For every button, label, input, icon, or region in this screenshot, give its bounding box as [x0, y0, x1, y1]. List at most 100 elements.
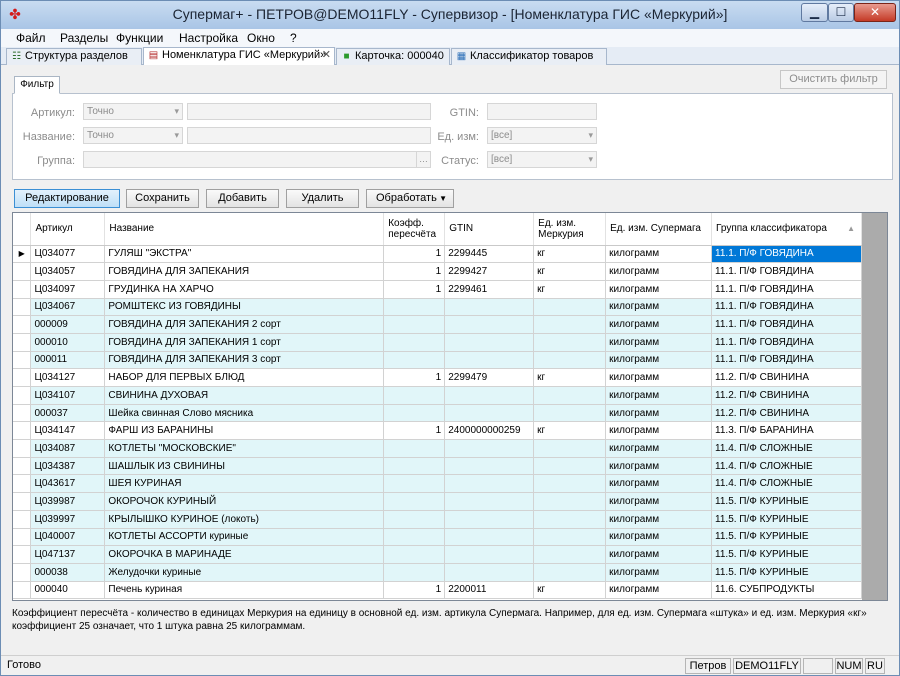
cell-unit-sm[interactable]: килограмм	[605, 351, 713, 370]
cell-unit-merc[interactable]: кг	[533, 368, 607, 387]
cell-group[interactable]: 11.4. П/Ф СЛОЖНЫЕ	[711, 457, 862, 476]
gtin-input[interactable]	[487, 103, 597, 120]
cell-group[interactable]: 11.1. П/Ф ГОВЯДИНА	[711, 333, 862, 352]
cell-gtin[interactable]	[444, 545, 535, 564]
cell-article[interactable]: Ц034107	[30, 386, 106, 405]
cell-name[interactable]: ГУЛЯШ "ЭКСТРА"	[104, 245, 385, 264]
col-unit-mercury[interactable]: Ед. изм. Меркурия	[533, 213, 607, 246]
cell-coef[interactable]	[383, 298, 446, 317]
row-marker[interactable]	[13, 280, 32, 299]
cell-coef[interactable]	[383, 315, 446, 334]
table-row[interactable]: Ц034107 СВИНИНА ДУХОВАЯ килограмм 11.2. П/Ф…	[13, 386, 862, 405]
table-row[interactable]: Ц047137 ОКОРОЧКА В МАРИНАДЕ килограмм 11.5.…	[13, 545, 862, 564]
row-marker[interactable]	[13, 528, 32, 547]
cell-gtin[interactable]	[444, 351, 535, 370]
cell-gtin[interactable]	[444, 404, 535, 423]
cell-unit-sm[interactable]: килограмм	[605, 439, 713, 458]
cell-coef[interactable]	[383, 563, 446, 582]
table-row[interactable]: Ц034097 ГРУДИНКА НА ХАРЧО 1 2299461 кг килогр…	[13, 280, 862, 299]
cell-unit-sm[interactable]: килограмм	[605, 545, 713, 564]
cell-coef[interactable]	[383, 351, 446, 370]
cell-unit-sm[interactable]: килограмм	[605, 404, 713, 423]
table-row[interactable]: 000010 ГОВЯДИНА ДЛЯ ЗАПЕКАНИЯ 1 сорт килог…	[13, 333, 862, 352]
cell-coef[interactable]	[383, 457, 446, 476]
cell-article[interactable]: 000038	[30, 563, 106, 582]
table-row[interactable]: Ц034087 КОТЛЕТЫ "МОСКОВСКИЕ" килограмм 11.4…	[13, 439, 862, 458]
cell-unit-sm[interactable]: килограмм	[605, 298, 713, 317]
cell-unit-merc[interactable]	[533, 333, 607, 352]
cell-gtin[interactable]	[444, 333, 535, 352]
cell-unit-sm[interactable]: килограмм	[605, 492, 713, 511]
cell-article[interactable]: Ц034057	[30, 262, 106, 281]
cell-gtin[interactable]: 2299479	[444, 368, 535, 387]
row-marker[interactable]	[13, 545, 32, 564]
cell-coef[interactable]	[383, 545, 446, 564]
cell-article[interactable]: Ц034127	[30, 368, 106, 387]
cell-unit-sm[interactable]: килограмм	[605, 581, 713, 600]
cell-group[interactable]: 11.5. П/Ф КУРИНЫЕ	[711, 510, 862, 529]
name-input[interactable]	[187, 127, 431, 144]
cell-gtin[interactable]	[444, 528, 535, 547]
unit-select[interactable]: [все] ▾	[487, 127, 597, 144]
row-marker[interactable]	[13, 492, 32, 511]
cell-unit-merc[interactable]: кг	[533, 245, 607, 264]
cell-gtin[interactable]	[444, 510, 535, 529]
table-row[interactable]: Ц034387 ШАШЛЫК ИЗ СВИНИНЫ килограмм 11.4. П…	[13, 457, 862, 476]
cell-unit-merc[interactable]	[533, 510, 607, 529]
article-mode-select[interactable]: Точно ▾	[83, 103, 183, 120]
cell-unit-sm[interactable]: килограмм	[605, 245, 713, 264]
row-marker[interactable]	[13, 368, 32, 387]
table-row[interactable]: Ц034067 РОМШТЕКС ИЗ ГОВЯДИНЫ килограмм 11.1…	[13, 298, 862, 317]
tab-mercury[interactable]: ▤ Номенклатура ГИС «Меркурий» ✕	[143, 47, 335, 65]
row-marker[interactable]	[13, 474, 32, 494]
cell-group[interactable]: 11.1. П/Ф ГОВЯДИНА	[711, 315, 862, 334]
cell-group[interactable]: 11.1. П/Ф ГОВЯДИНА	[711, 262, 862, 281]
cell-coef[interactable]	[383, 333, 446, 352]
cell-article[interactable]: 000009	[30, 315, 106, 334]
cell-gtin[interactable]: 2200011	[444, 581, 535, 600]
menu-help[interactable]: ?	[290, 31, 297, 45]
cell-unit-merc[interactable]	[533, 386, 607, 405]
cell-name[interactable]: ОКОРОЧОК КУРИНЫЙ	[104, 492, 385, 511]
delete-button[interactable]: Удалить	[286, 189, 359, 208]
close-tab-icon[interactable]: ✕	[322, 48, 331, 63]
cell-unit-sm[interactable]: килограмм	[605, 510, 713, 529]
cell-unit-merc[interactable]	[533, 298, 607, 317]
add-button[interactable]: Добавить	[206, 189, 279, 208]
row-marker[interactable]	[13, 510, 32, 529]
row-marker[interactable]	[13, 315, 32, 334]
col-coef[interactable]: Коэфф. пересчёта	[383, 213, 446, 246]
cell-unit-sm[interactable]: килограмм	[605, 280, 713, 299]
table-row[interactable]: Ц039997 КРЫЛЫШКО КУРИНОЕ (локоть) килограм…	[13, 510, 862, 529]
col-gtin[interactable]: GTIN	[444, 213, 535, 246]
cell-unit-merc[interactable]: кг	[533, 581, 607, 600]
cell-article[interactable]: Ц040007	[30, 528, 106, 547]
cell-coef[interactable]: 1	[383, 581, 446, 600]
cell-group[interactable]: 11.5. П/Ф КУРИНЫЕ	[711, 528, 862, 547]
cell-coef[interactable]	[383, 386, 446, 405]
cell-group[interactable]: 11.4. П/Ф СЛОЖНЫЕ	[711, 474, 862, 494]
cell-article[interactable]: Ц034147	[30, 421, 106, 441]
cell-gtin[interactable]	[444, 492, 535, 511]
group-picker[interactable]: …	[83, 151, 431, 168]
cell-group[interactable]: 11.1. П/Ф ГОВЯДИНА	[711, 298, 862, 317]
cell-group[interactable]: 11.5. П/Ф КУРИНЫЕ	[711, 545, 862, 564]
process-dropdown-button[interactable]: Обработать ▼	[366, 189, 454, 208]
col-unit-supermag[interactable]: Ед. изм. Супермага	[605, 213, 713, 246]
save-button[interactable]: Сохранить	[126, 189, 199, 208]
col-name[interactable]: Название	[104, 213, 385, 246]
cell-unit-sm[interactable]: килограмм	[605, 474, 713, 494]
menu-window[interactable]: Окно	[247, 31, 275, 45]
menu-functions[interactable]: Функции	[116, 31, 163, 45]
table-row[interactable]: Ц040007 КОТЛЕТЫ АССОРТИ куриные килограмм 1…	[13, 528, 862, 547]
table-row[interactable]: Ц034127 НАБОР ДЛЯ ПЕРВЫХ БЛЮД 1 2299479 кг ки…	[13, 368, 862, 387]
cell-gtin[interactable]	[444, 315, 535, 334]
table-row[interactable]: 000037 Шейка свинная Слово мясника килогра…	[13, 404, 862, 423]
table-row[interactable]: 000038 Желудочки куриные килограмм 11.5. П/…	[13, 563, 862, 582]
cell-name[interactable]: ГОВЯДИНА ДЛЯ ЗАПЕКАНИЯ 2 сорт	[104, 315, 385, 334]
tab-card[interactable]: ■ Карточка: 000040	[336, 48, 450, 65]
cell-gtin[interactable]: 2299445	[444, 245, 535, 264]
cell-unit-merc[interactable]	[533, 563, 607, 582]
cell-unit-merc[interactable]	[533, 351, 607, 370]
row-marker[interactable]	[13, 404, 32, 423]
